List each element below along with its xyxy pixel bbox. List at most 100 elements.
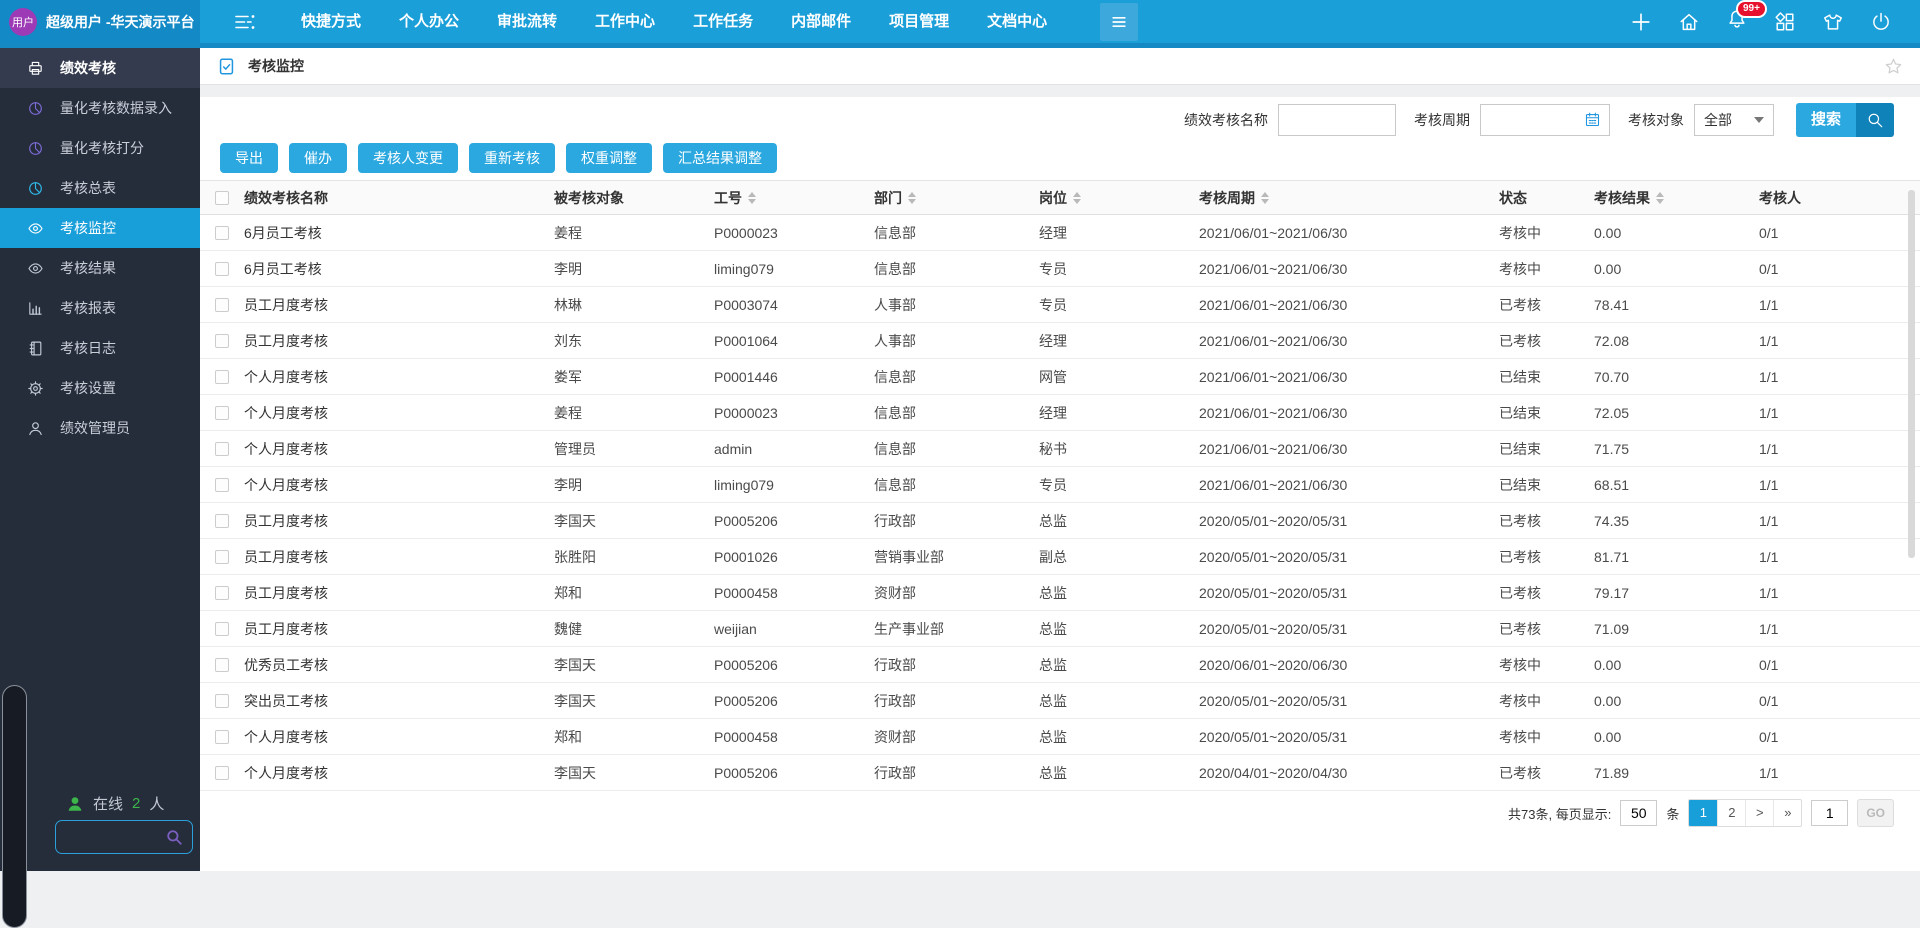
target-select[interactable]: 全部 — [1694, 104, 1774, 136]
toolbar-button[interactable]: 考核人变更 — [358, 143, 458, 173]
column-header[interactable]: 工号 — [714, 188, 874, 208]
power-icon[interactable] — [1870, 11, 1892, 33]
assessment-name-input[interactable] — [1278, 104, 1396, 136]
table-row[interactable]: 6月员工考核 李明 liming079 信息部 专员 2021/06/01~20… — [200, 251, 1920, 287]
sidebar-search-input[interactable] — [55, 820, 193, 854]
sidebar-item[interactable]: 考核监控 — [0, 208, 200, 248]
column-header[interactable]: 状态 — [1499, 188, 1594, 208]
search-icon[interactable] — [165, 828, 183, 846]
row-checkbox[interactable] — [215, 478, 229, 492]
row-checkbox[interactable] — [215, 550, 229, 564]
toolbar-button[interactable]: 汇总结果调整 — [663, 143, 777, 173]
plus-icon[interactable] — [1630, 11, 1652, 33]
row-checkbox[interactable] — [215, 694, 229, 708]
sidebar-scrollbar[interactable] — [2, 685, 27, 928]
sidebar-item[interactable]: 考核结果 — [0, 248, 200, 288]
cell-target: 李明 — [554, 475, 714, 495]
goto-page-input[interactable] — [1811, 800, 1848, 826]
page-size-input[interactable] — [1620, 800, 1657, 826]
more-menu-button[interactable] — [1100, 3, 1138, 41]
table-row[interactable]: 个人月度考核 管理员 admin 信息部 秘书 2021/06/01~2021/… — [200, 431, 1920, 467]
row-checkbox[interactable] — [215, 226, 229, 240]
top-menu-item[interactable]: 文档中心 — [968, 0, 1066, 43]
table-row[interactable]: 突出员工考核 李国天 P0005206 行政部 总监 2020/05/01~20… — [200, 683, 1920, 719]
menu-toggle-icon[interactable] — [232, 10, 256, 34]
top-menu-item[interactable]: 审批流转 — [478, 0, 576, 43]
cell-status: 已考核 — [1499, 763, 1594, 783]
page-button[interactable]: 2 — [1717, 800, 1745, 826]
sort-icon[interactable] — [748, 192, 756, 204]
page-button[interactable]: » — [1773, 800, 1801, 826]
row-checkbox[interactable] — [215, 586, 229, 600]
page-button[interactable]: > — [1745, 800, 1773, 826]
column-header[interactable]: 绩效考核名称 — [244, 188, 554, 208]
row-checkbox[interactable] — [215, 334, 229, 348]
select-all-checkbox[interactable] — [215, 191, 229, 205]
table-row[interactable]: 员工月度考核 李国天 P0005206 行政部 总监 2020/05/01~20… — [200, 503, 1920, 539]
theme-tshirt-icon[interactable] — [1822, 11, 1844, 33]
sidebar-item[interactable]: 考核设置 — [0, 368, 200, 408]
table-row[interactable]: 个人月度考核 李明 liming079 信息部 专员 2021/06/01~20… — [200, 467, 1920, 503]
cell-employee-id: P0001026 — [714, 549, 874, 565]
sidebar-item[interactable]: 量化考核打分 — [0, 128, 200, 168]
row-checkbox[interactable] — [215, 406, 229, 420]
column-header[interactable]: 考核结果 — [1594, 188, 1759, 208]
table-row[interactable]: 员工月度考核 魏健 weijian 生产事业部 总监 2020/05/01~20… — [200, 611, 1920, 647]
home-icon[interactable] — [1678, 11, 1700, 33]
table-row[interactable]: 员工月度考核 郑和 P0000458 资财部 总监 2020/05/01~202… — [200, 575, 1920, 611]
toolbar-button[interactable]: 重新考核 — [469, 143, 555, 173]
sidebar-item[interactable]: 考核报表 — [0, 288, 200, 328]
column-header[interactable]: 岗位 — [1039, 188, 1199, 208]
toolbar-button[interactable]: 导出 — [220, 143, 278, 173]
top-menu-item[interactable]: 个人办公 — [380, 0, 478, 43]
column-header[interactable]: 考核周期 — [1199, 188, 1499, 208]
sidebar-item[interactable]: 绩效管理员 — [0, 408, 200, 448]
sort-icon[interactable] — [1261, 192, 1269, 204]
sidebar-item[interactable]: 量化考核数据录入 — [0, 88, 200, 128]
sidebar-item[interactable]: 考核日志 — [0, 328, 200, 368]
sort-icon[interactable] — [1073, 192, 1081, 204]
row-checkbox[interactable] — [215, 658, 229, 672]
notifications[interactable]: 99+ — [1726, 8, 1748, 35]
column-header[interactable]: 考核人 — [1759, 188, 1920, 208]
top-menu-item[interactable]: 工作中心 — [576, 0, 674, 43]
sidebar-item[interactable]: 绩效考核 — [0, 48, 200, 88]
column-header[interactable]: 被考核对象 — [554, 188, 714, 208]
favorite-star-icon[interactable] — [1884, 57, 1903, 76]
apps-icon[interactable] — [1774, 11, 1796, 33]
table-row[interactable]: 6月员工考核 姜程 P0000023 信息部 经理 2021/06/01~202… — [200, 215, 1920, 251]
table-row[interactable]: 个人月度考核 郑和 P0000458 资财部 总监 2020/05/01~202… — [200, 719, 1920, 755]
table-row[interactable]: 个人月度考核 娄军 P0001446 信息部 网管 2021/06/01~202… — [200, 359, 1920, 395]
user-avatar[interactable]: 用户 — [9, 8, 37, 36]
row-checkbox[interactable] — [215, 298, 229, 312]
table-row[interactable]: 员工月度考核 刘东 P0001064 人事部 经理 2021/06/01~202… — [200, 323, 1920, 359]
top-menu-item[interactable]: 快捷方式 — [282, 0, 380, 43]
row-checkbox[interactable] — [215, 622, 229, 636]
row-checkbox[interactable] — [215, 514, 229, 528]
column-header[interactable]: 部门 — [874, 188, 1039, 208]
toolbar-button[interactable]: 催办 — [289, 143, 347, 173]
sort-icon[interactable] — [908, 192, 916, 204]
row-checkbox[interactable] — [215, 370, 229, 384]
calendar-icon[interactable] — [1584, 111, 1601, 128]
top-menu-item[interactable]: 项目管理 — [870, 0, 968, 43]
period-input[interactable] — [1480, 104, 1610, 136]
row-checkbox[interactable] — [215, 766, 229, 780]
page-button[interactable]: 1 — [1689, 800, 1717, 826]
table-row[interactable]: 员工月度考核 林琳 P0003074 人事部 专员 2021/06/01~202… — [200, 287, 1920, 323]
row-checkbox[interactable] — [215, 442, 229, 456]
go-button[interactable]: GO — [1857, 799, 1894, 827]
row-checkbox[interactable] — [215, 730, 229, 744]
toolbar-button[interactable]: 权重调整 — [566, 143, 652, 173]
row-checkbox[interactable] — [215, 262, 229, 276]
content-scrollbar[interactable] — [1908, 190, 1915, 558]
top-menu-item[interactable]: 内部邮件 — [772, 0, 870, 43]
table-row[interactable]: 个人月度考核 李国天 P0005206 行政部 总监 2020/04/01~20… — [200, 755, 1920, 791]
sort-icon[interactable] — [1656, 192, 1664, 204]
search-button[interactable]: 搜索 — [1796, 103, 1894, 137]
table-row[interactable]: 优秀员工考核 李国天 P0005206 行政部 总监 2020/06/01~20… — [200, 647, 1920, 683]
table-row[interactable]: 员工月度考核 张胜阳 P0001026 营销事业部 副总 2020/05/01~… — [200, 539, 1920, 575]
top-menu-item[interactable]: 工作任务 — [674, 0, 772, 43]
table-row[interactable]: 个人月度考核 姜程 P0000023 信息部 经理 2021/06/01~202… — [200, 395, 1920, 431]
sidebar-item[interactable]: 考核总表 — [0, 168, 200, 208]
